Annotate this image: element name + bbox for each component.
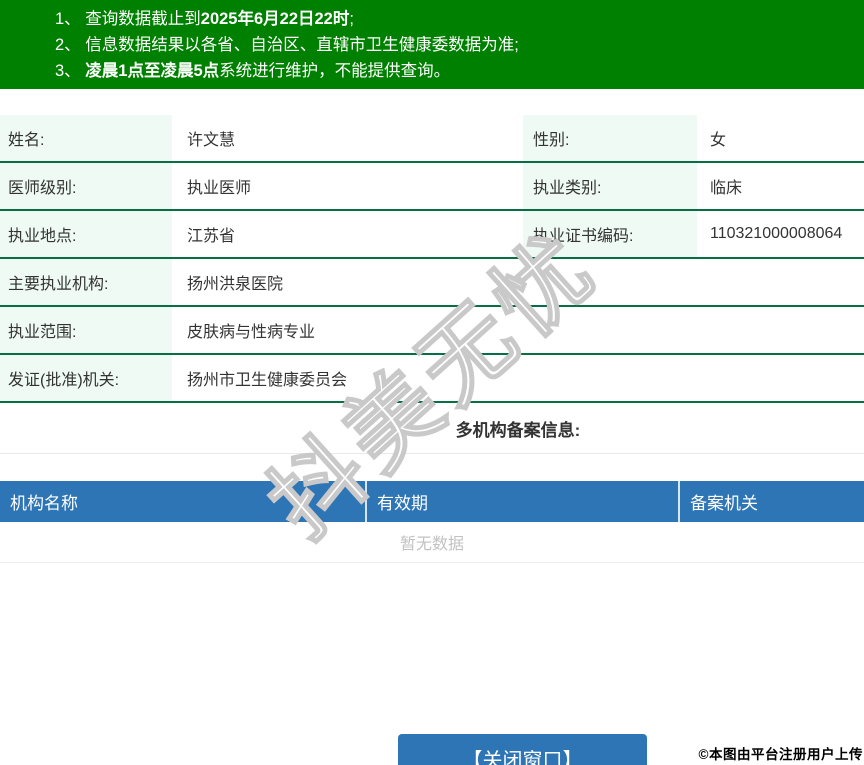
notice-banner: 1、 查询数据截止到2025年6月22日22时; 2、 信息数据结果以各省、自治… (0, 0, 864, 89)
practice-location-value: 江苏省 (187, 228, 236, 245)
gender-value: 女 (710, 132, 727, 149)
no-data-row: 暂无数据 (0, 522, 864, 563)
no-data-text: 暂无数据 (399, 536, 464, 553)
doctor-license-query-result-page: 1、 查询数据截止到2025年6月22日22时; 2、 信息数据结果以各省、自治… (0, 0, 864, 765)
table-row-location-certificate: 执业地点: 江苏省 执业证书编码: 110321000008064 (0, 211, 864, 259)
notice-line-3: 3、 凌晨1点至凌晨5点系统进行维护，不能提供查询。 (55, 58, 854, 84)
column-header-institution-name: 机构名称 (10, 494, 78, 513)
column-header-record-authority: 备案机关 (678, 481, 864, 522)
practice-location-label: 执业地点: (0, 211, 172, 257)
practice-category-label: 执业类别: (523, 163, 697, 209)
notice-1-bold: 2025年6月22日22时 (200, 10, 350, 28)
notice-2-prefix: 2、 (55, 36, 86, 54)
notice-3-prefix: 3、 (55, 62, 86, 80)
close-window-button[interactable]: 【关闭窗口】 (398, 734, 647, 765)
gender-label: 性别: (523, 115, 697, 161)
issuing-authority-value: 扬州市卫生健康委员会 (187, 372, 348, 389)
multi-org-heading: 多机构备案信息: (455, 420, 581, 440)
practice-scope-label: 执业范围: (0, 307, 172, 353)
table-row-main-institution: 主要执业机构: 扬州洪泉医院 (0, 259, 864, 307)
doctor-level-label: 医师级别: (0, 163, 172, 209)
notice-2-text: 信息数据结果以各省、自治区、直辖市卫生健康委数据为准; (85, 36, 519, 54)
main-institution-label: 主要执业机构: (0, 259, 172, 305)
table-row-issuing-authority: 发证(批准)机关: 扬州市卫生健康委员会 (0, 355, 864, 403)
practice-category-value: 临床 (710, 180, 743, 197)
certificate-number-label: 执业证书编码: (523, 211, 697, 257)
notice-line-2: 2、 信息数据结果以各省、自治区、直辖市卫生健康委数据为准; (55, 32, 854, 58)
table-row-level-category: 医师级别: 执业医师 执业类别: 临床 (0, 163, 864, 211)
name-value: 许文慧 (187, 132, 236, 149)
table-row-name-gender: 姓名: 许文慧 性别: 女 (0, 115, 864, 163)
name-label: 姓名: (0, 115, 172, 161)
issuing-authority-label: 发证(批准)机关: (0, 355, 172, 401)
upload-attribution-note: ©本图由平台注册用户上传 (698, 747, 863, 762)
notice-3-suffix: 系统进行维护，不能提供查询。 (219, 62, 451, 80)
notice-1-text: 查询数据截止到 (85, 10, 201, 28)
notice-1-prefix: 1、 (55, 10, 86, 28)
doctor-info-table: 姓名: 许文慧 性别: 女 医师级别: 执业医师 执业类别: 临床 执业地点: … (0, 115, 864, 403)
doctor-level-value: 执业医师 (187, 180, 252, 197)
certificate-number-value: 110321000008064 (710, 225, 843, 242)
main-institution-value: 扬州洪泉医院 (187, 276, 284, 293)
notice-line-1: 1、 查询数据截止到2025年6月22日22时; (55, 6, 854, 32)
multi-org-heading-row: 多机构备案信息: (0, 403, 864, 454)
practice-scope-value: 皮肤病与性病专业 (187, 324, 316, 341)
table-row-practice-scope: 执业范围: 皮肤病与性病专业 (0, 307, 864, 355)
notice-1-suffix: ; (349, 10, 354, 28)
notice-3-bold: 凌晨1点至凌晨5点 (85, 62, 220, 80)
column-header-validity-period: 有效期 (365, 481, 678, 522)
multi-org-table-header: 机构名称 有效期 备案机关 (0, 481, 864, 522)
